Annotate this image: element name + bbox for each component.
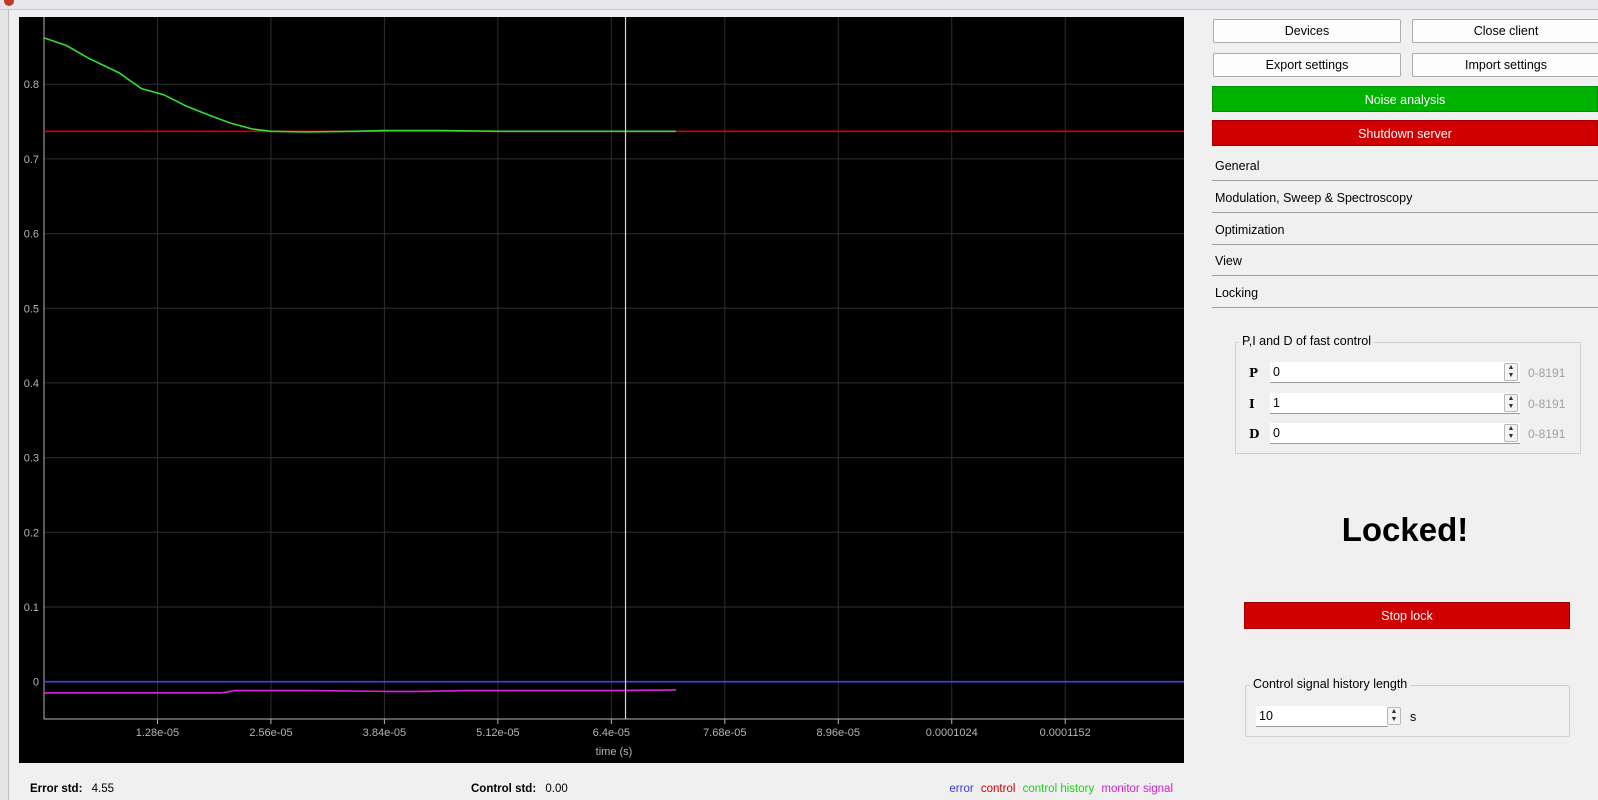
error-std-value: 4.55 [91, 783, 114, 795]
series-monitor-signal [44, 689, 677, 694]
d-stepper-arrows[interactable]: ▲ ▼ [1504, 424, 1518, 442]
control-std-label: Control std: [471, 783, 537, 795]
signal-plot[interactable]: 0 0.1 0.2 0.3 0.4 0.5 0.6 0.7 0.8 1.28e-05 2.56e-0… [19, 17, 1184, 763]
history-unit: s [1410, 710, 1417, 724]
series-control-history [43, 37, 677, 133]
i-label: I [1249, 397, 1255, 411]
legend-error: error [949, 783, 974, 795]
y-tick-label: 0.1 [24, 602, 39, 614]
p-input[interactable]: 0 [1270, 362, 1520, 383]
d-input[interactable]: 0 [1270, 423, 1520, 444]
error-std: Error std: 4.55 [30, 783, 114, 797]
i-range: 0-8191 [1528, 397, 1566, 411]
y-tick-label: 0.7 [24, 154, 39, 166]
pid-group-title: P,I and D of fast control [1239, 334, 1375, 348]
x-tick-label: 8.96e-05 [817, 727, 860, 739]
history-group-title: Control signal history length [1250, 677, 1411, 691]
history-stepper-arrows[interactable]: ▲ ▼ [1387, 707, 1401, 725]
devices-button[interactable]: Devices [1213, 19, 1401, 43]
x-tick-label: 0.0001024 [926, 727, 978, 739]
lock-status-text: Locked! [1341, 511, 1469, 548]
p-label: P [1249, 366, 1259, 380]
x-axis-label: time (s) [596, 746, 633, 758]
p-stepper-arrows[interactable]: ▲ ▼ [1504, 363, 1518, 381]
app-icon [4, 0, 14, 6]
x-tick-label: 1.28e-05 [136, 727, 179, 739]
close-client-button[interactable]: Close client [1412, 19, 1598, 43]
x-tick-label: 7.68e-05 [703, 727, 746, 739]
history-length-input[interactable]: 10 [1256, 706, 1388, 727]
d-range: 0-8191 [1528, 427, 1566, 441]
error-std-label: Error std: [30, 783, 83, 795]
y-tick-label: 0.2 [24, 527, 39, 539]
title-bar [0, 0, 1598, 10]
legend-control-history: control history [1022, 783, 1095, 795]
p-range: 0-8191 [1528, 366, 1566, 380]
x-tick-label: 0.0001152 [1040, 727, 1091, 739]
export-settings-button[interactable]: Export settings [1213, 53, 1401, 77]
section-optimization[interactable]: Optimization [1212, 215, 1598, 245]
import-settings-button[interactable]: Import settings [1412, 53, 1598, 77]
window-edge [0, 10, 9, 800]
plot-series [43, 37, 1184, 694]
y-tick-label: 0.6 [24, 229, 39, 241]
legend-monitor-signal: monitor signal [1101, 783, 1173, 795]
y-tick-label: 0.3 [24, 453, 39, 465]
x-tick-label: 6.4e-05 [593, 727, 630, 739]
x-tick-label: 2.56e-05 [249, 727, 292, 739]
i-input[interactable]: 1 [1270, 393, 1520, 414]
x-tick-label: 3.84e-05 [363, 727, 406, 739]
section-locking[interactable]: Locking [1212, 278, 1598, 308]
x-tick-label: 5.12e-05 [476, 727, 519, 739]
control-std-value: 0.00 [545, 783, 568, 795]
control-std: Control std: 0.00 [471, 783, 568, 797]
d-label: D [1249, 427, 1260, 441]
stop-lock-button[interactable]: Stop lock [1244, 602, 1570, 629]
plot-canvas[interactable]: 0 0.1 0.2 0.3 0.4 0.5 0.6 0.7 0.8 1.28e-05 2.56e-0… [19, 17, 1184, 763]
legend-control: control [980, 783, 1016, 795]
y-tick-label: 0.4 [24, 378, 39, 390]
noise-analysis-button[interactable]: Noise analysis [1212, 86, 1598, 112]
section-general[interactable]: General [1212, 151, 1598, 181]
section-modulation[interactable]: Modulation, Sweep & Spectroscopy [1212, 183, 1598, 213]
i-stepper-arrows[interactable]: ▲ ▼ [1504, 394, 1518, 412]
section-view[interactable]: View [1212, 246, 1598, 276]
y-tick-label: 0.8 [24, 79, 39, 91]
plot-legend: error control control history monitor si… [945, 783, 1173, 797]
y-tick-label: 0.5 [24, 303, 39, 315]
plot-axes: 0 0.1 0.2 0.3 0.4 0.5 0.6 0.7 0.8 1.28e-05 2.56e-0… [24, 17, 1184, 739]
shutdown-server-button[interactable]: Shutdown server [1212, 120, 1598, 146]
plot-grid [44, 17, 1184, 719]
y-tick-label: 0 [33, 677, 39, 689]
